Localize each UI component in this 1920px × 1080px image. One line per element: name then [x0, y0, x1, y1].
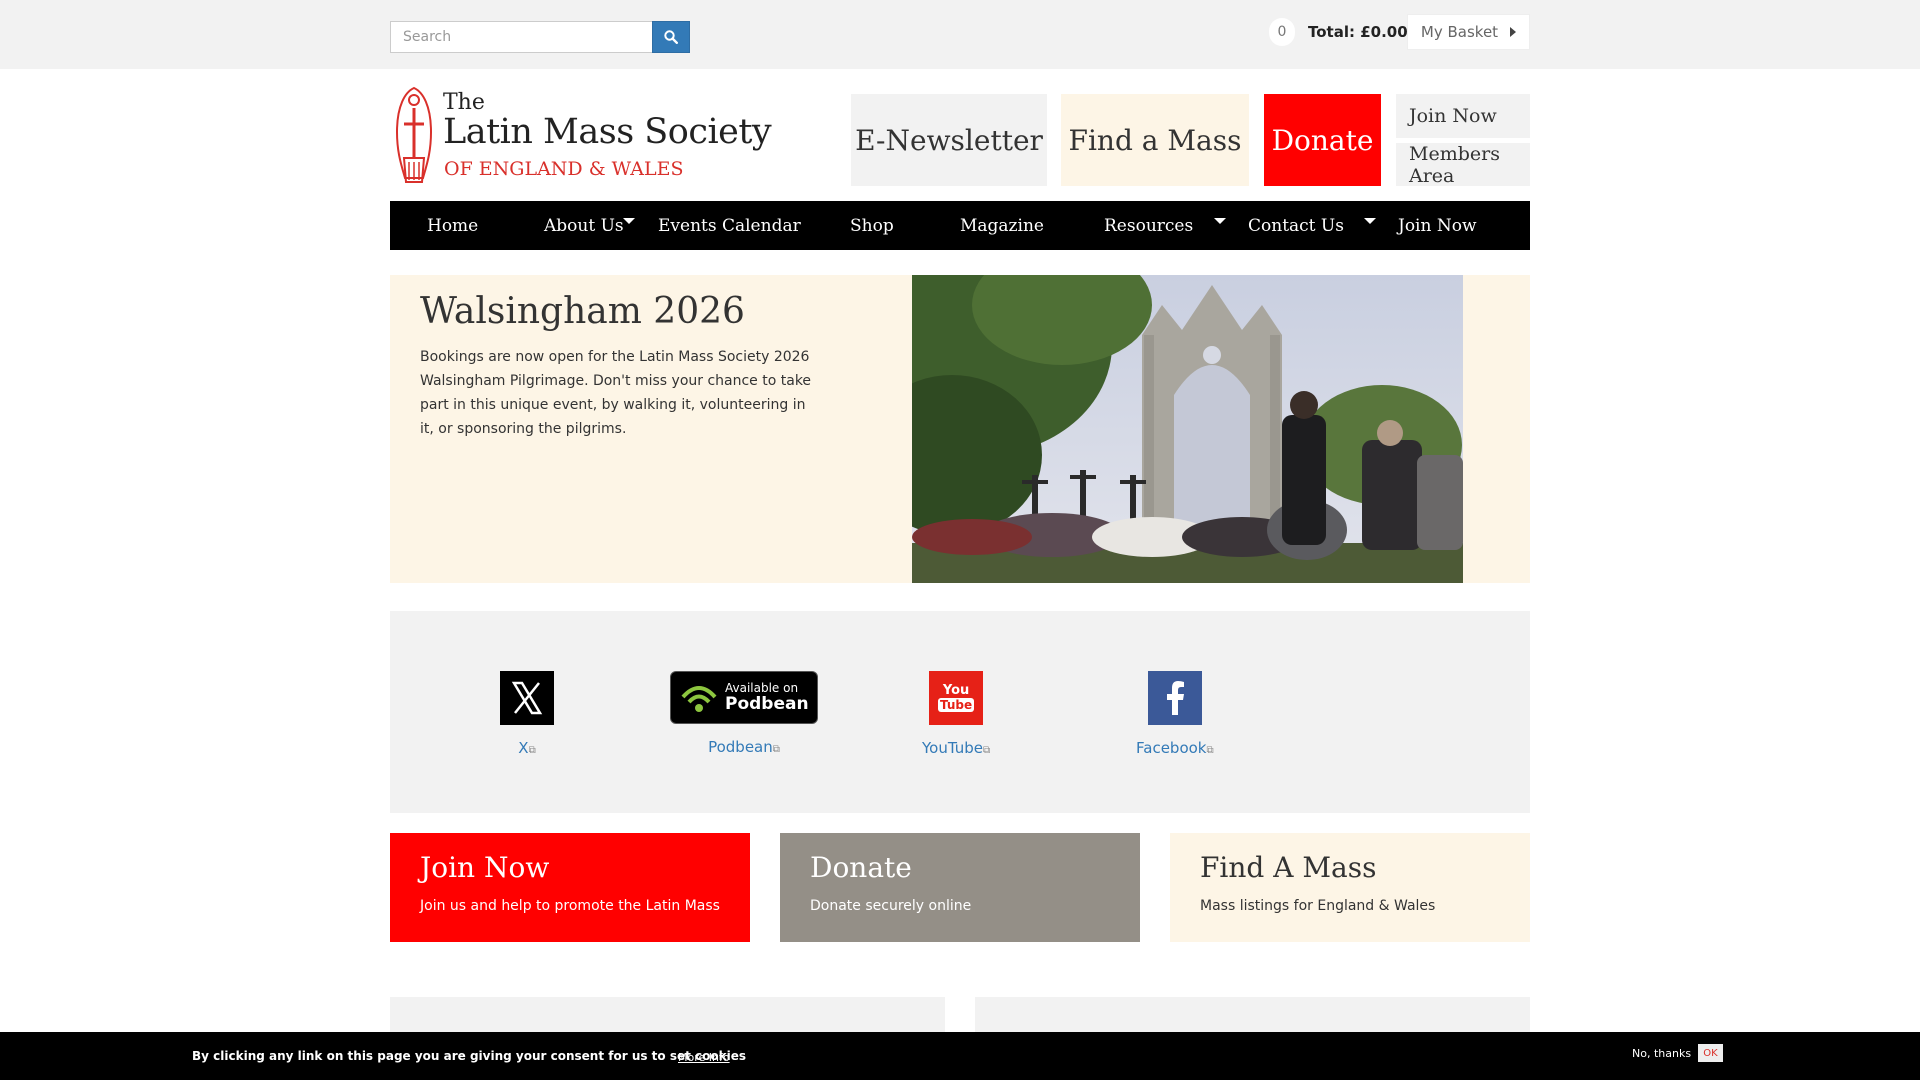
- my-basket-label: My Basket: [1420, 23, 1499, 41]
- nav-item-magazine[interactable]: Magazine: [960, 201, 1044, 250]
- nav-item-contact-us[interactable]: Contact Us: [1248, 201, 1344, 250]
- top-bar: 0 Total: £0.00 My Basket: [0, 0, 1920, 69]
- donate-tile[interactable]: Donate Donate securely online: [780, 833, 1140, 942]
- nav-item-home[interactable]: Home: [427, 201, 478, 250]
- logo-subtitle: OF ENGLAND & WALES: [444, 158, 684, 180]
- facebook-logo-icon: [1147, 671, 1202, 725]
- social-link-x[interactable]: X⧉: [500, 671, 554, 757]
- external-link-icon: ⧉: [772, 744, 780, 755]
- facebook-link-label[interactable]: Facebook: [1136, 739, 1206, 757]
- external-link-icon: ⧉: [983, 745, 991, 756]
- members-area-button[interactable]: Members Area: [1396, 143, 1530, 187]
- join-now-tile-title: Join Now: [420, 851, 550, 884]
- hero-banner[interactable]: Walsingham 2026 Bookings are now open fo…: [390, 275, 1530, 583]
- youtube-link-label[interactable]: YouTube: [922, 739, 983, 757]
- join-now-button[interactable]: Join Now: [1396, 94, 1530, 138]
- find-a-mass-tile[interactable]: Find A Mass Mass listings for England & …: [1170, 833, 1530, 942]
- social-link-facebook[interactable]: Facebook⧉: [1136, 671, 1214, 757]
- nav-item-shop[interactable]: Shop: [850, 201, 894, 250]
- social-link-podbean[interactable]: Available on Podbean Podbean⧉: [670, 671, 818, 756]
- find-a-mass-tile-subtitle: Mass listings for England & Wales: [1200, 898, 1436, 914]
- hero-image-pilgrimage: [912, 275, 1463, 583]
- pilgrimage-photo: [912, 275, 1463, 583]
- join-now-tile[interactable]: Join Now Join us and help to promote the…: [390, 833, 750, 942]
- cookie-consent-bar: By clicking any link on this page you ar…: [0, 1032, 1920, 1080]
- site-logo[interactable]: The Latin Mass Society OF ENGLAND & WALE…: [393, 86, 772, 186]
- hero-title: Walsingham 2026: [420, 291, 745, 332]
- podbean-badge-bottom: Podbean: [725, 693, 809, 714]
- youtube-badge-bottom: Tube: [937, 698, 975, 712]
- hero-text: Bookings are now open for the Latin Mass…: [420, 349, 812, 437]
- external-link-icon: ⧉: [528, 745, 536, 756]
- nav-item-about-us[interactable]: About Us: [544, 201, 624, 250]
- social-link-youtube[interactable]: You Tube YouTube⧉: [922, 671, 990, 757]
- nav-item-join-now[interactable]: Join Now: [1398, 201, 1477, 250]
- external-link-icon: ⧉: [1206, 745, 1214, 756]
- contact-us-dropdown-icon[interactable]: [1364, 218, 1376, 224]
- x-link-label[interactable]: X: [518, 739, 528, 757]
- youtube-badge-top: You: [942, 683, 970, 698]
- podbean-link-label[interactable]: Podbean: [708, 738, 773, 756]
- cookie-consent-text: By clicking any link on this page you ar…: [192, 1049, 747, 1063]
- search-form: [390, 21, 690, 53]
- my-basket-button[interactable]: My Basket: [1407, 14, 1530, 50]
- x-logo-icon: [500, 671, 554, 725]
- nav-item-events-calendar[interactable]: Events Calendar: [658, 201, 801, 250]
- find-a-mass-button[interactable]: Find a Mass: [1061, 94, 1249, 186]
- cross-emblem-icon: [395, 86, 433, 183]
- podbean-badge-top: Available on: [725, 680, 799, 695]
- find-a-mass-tile-title: Find A Mass: [1200, 851, 1377, 884]
- social-links-section: X⧉ Available on Podbean Podbean⧉ You Tub…: [390, 611, 1530, 813]
- donate-tile-subtitle: Donate securely online: [810, 898, 972, 914]
- caret-right-icon: [1510, 27, 1517, 37]
- cookie-more-info-link[interactable]: More Info: [678, 1051, 730, 1064]
- podbean-signal-icon: [681, 685, 717, 712]
- main-nav: Home About Us Events Calendar Shop Magaz…: [390, 201, 1530, 250]
- resources-dropdown-icon[interactable]: [1214, 218, 1226, 224]
- cookie-accept-button[interactable]: OK: [1698, 1044, 1723, 1062]
- podbean-badge: Available on Podbean: [670, 671, 818, 724]
- youtube-logo-icon: You Tube: [929, 671, 984, 725]
- basket-total: Total: £0.00: [1308, 23, 1408, 41]
- cookie-decline-button[interactable]: No, thanks: [1632, 1047, 1691, 1060]
- join-now-tile-subtitle: Join us and help to promote the Latin Ma…: [420, 898, 720, 914]
- basket-count-badge: 0: [1269, 18, 1295, 46]
- e-newsletter-button[interactable]: E-Newsletter: [851, 94, 1047, 186]
- donate-tile-title: Donate: [810, 851, 912, 884]
- about-us-dropdown-icon[interactable]: [623, 218, 635, 224]
- donate-button[interactable]: Donate: [1264, 94, 1381, 186]
- search-icon: [664, 30, 678, 44]
- nav-item-resources[interactable]: Resources: [1104, 201, 1193, 250]
- logo-name: Latin Mass Society: [443, 112, 772, 152]
- search-input[interactable]: [390, 21, 652, 53]
- search-button[interactable]: [652, 21, 690, 53]
